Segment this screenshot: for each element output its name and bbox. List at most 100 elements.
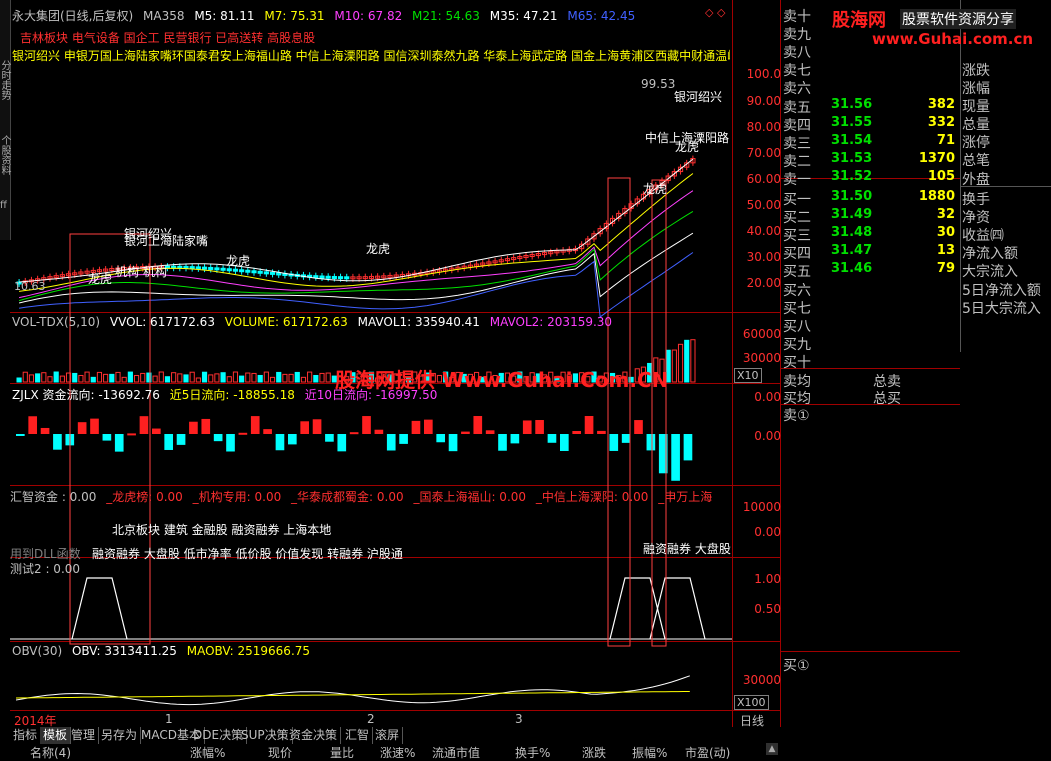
annotation-longhu-2: 龙虎 <box>643 182 668 196</box>
orderbook-level-label: 卖二 <box>783 154 811 170</box>
price-scale-20: 20.00 <box>746 276 781 290</box>
orderbook-row-16[interactable]: 买七 <box>783 298 959 317</box>
annotation-longhu-3: 龙虎 <box>366 242 391 256</box>
buy-queue-label: 买① <box>783 658 810 674</box>
orderbook-row-17[interactable]: 买八 <box>783 316 959 335</box>
volume-bar <box>684 339 690 383</box>
column-header-0[interactable]: 名称(4) <box>30 744 71 761</box>
annotation-longhu-4: 龙虎 <box>226 254 251 268</box>
tab-8[interactable]: 汇智 <box>342 727 374 744</box>
price-scale-60: 60.00 <box>746 172 781 186</box>
orderbook-row-15[interactable]: 买六 <box>783 280 959 299</box>
fund-flow-bar <box>473 416 483 434</box>
left-tab-ziliao[interactable]: 个股资料 <box>0 135 10 175</box>
orderbook-row-13[interactable]: 买四 31.47 13 <box>783 243 959 262</box>
scroll-arrow-icon[interactable]: ▲ <box>766 743 778 755</box>
volume-unit: X10 <box>734 368 762 383</box>
price-candle <box>239 269 245 273</box>
price-candle <box>232 268 239 272</box>
orderbook-row-14[interactable]: 买五 31.46 79 <box>783 261 959 280</box>
huizhi-text-row1: 北京板块 建筑 金融股 融资融券 上海本地 <box>112 523 332 537</box>
obv-name: OBV(30) <box>12 644 63 658</box>
volume-bar <box>189 371 195 383</box>
volume-bar <box>319 372 325 383</box>
volume-bar <box>239 375 245 383</box>
left-tab-fenshi[interactable]: 分时走势 <box>0 60 10 100</box>
fund-flow-bar <box>510 434 520 444</box>
orderbook-row-3[interactable]: 卖七 <box>783 60 959 79</box>
column-header-1[interactable]: 涨幅% <box>190 744 225 761</box>
orderbook-row-11[interactable]: 买二 31.49 32 <box>783 207 959 226</box>
left-tab-ff[interactable]: ff <box>0 200 10 211</box>
annotation-jigou-2: 机构 <box>143 265 168 279</box>
orderbook-level-label: 买六 <box>783 283 811 299</box>
price-candle <box>344 276 350 280</box>
fund-flow-bar <box>189 421 198 434</box>
fund-flow-bar <box>424 419 433 434</box>
orderbook-row-4[interactable]: 卖六 <box>783 78 959 97</box>
orderbook-level-label: 买七 <box>783 301 811 317</box>
fund-flow-bar <box>621 434 631 443</box>
price-candle <box>214 267 220 271</box>
fund-flow-bar <box>312 419 322 434</box>
orderbook-row-6[interactable]: 卖四 31.55 332 <box>783 115 959 134</box>
volume-bar <box>313 374 319 383</box>
corner-diamond-icon[interactable]: ◇ ◇ <box>705 6 725 19</box>
fund-flow-bar <box>337 434 347 452</box>
volume-bar <box>72 372 78 383</box>
column-header-5[interactable]: 流通市值 <box>432 744 480 761</box>
volume-bar <box>22 371 28 383</box>
stat-mid-2: 收益㈣ <box>962 228 1004 244</box>
volume-bar <box>164 376 171 383</box>
orderbook-row-1[interactable]: 卖九 <box>783 24 959 43</box>
column-header-4[interactable]: 涨速% <box>380 744 415 761</box>
volume-bar <box>195 377 201 383</box>
stat-top-2: 现量 <box>962 99 990 115</box>
column-header-2[interactable]: 现价 <box>268 744 292 761</box>
orderbook-row-19[interactable]: 买十 <box>783 352 959 371</box>
volume-bar <box>307 371 313 383</box>
tab-2[interactable]: 管理 <box>68 727 100 744</box>
column-header-7[interactable]: 涨跌 <box>582 744 606 761</box>
orderbook-row-5[interactable]: 卖五 31.56 382 <box>783 97 959 116</box>
price-candle <box>189 266 195 270</box>
tab-0[interactable]: 指标 <box>10 727 42 744</box>
orderbook-level-label: 卖七 <box>783 63 811 79</box>
buy-queue-row[interactable]: 买① <box>783 655 959 674</box>
column-header-6[interactable]: 换手% <box>515 744 550 761</box>
column-header-9[interactable]: 市盈(动) <box>685 744 730 761</box>
orderbook-row-10[interactable]: 买一 31.50 1880 <box>783 189 959 208</box>
price-candle <box>269 271 276 275</box>
orderbook-row-12[interactable]: 买三 31.48 30 <box>783 225 959 244</box>
sell-queue-row[interactable]: 卖① <box>783 405 959 424</box>
column-header-8[interactable]: 振幅% <box>632 744 667 761</box>
tab-6[interactable]: SUP决策 <box>238 727 293 744</box>
price-scale-40: 40.00 <box>746 224 781 238</box>
tab-3[interactable]: 另存为 <box>98 727 142 744</box>
fund-flow-bar <box>560 434 569 451</box>
orderbook-row-18[interactable]: 买九 <box>783 334 959 353</box>
annotation-jigou-1: 机构 <box>115 265 140 279</box>
orderbook-row-8[interactable]: 卖二 31.53 1370 <box>783 151 959 170</box>
huizhi-text-row2: 融资融券 大盘股 低市净率 低价股 价值发现 转融券 沪股通 <box>92 547 403 561</box>
orderbook-price: 31.46 <box>831 261 873 276</box>
zjlx-10day-value: 近10日流向: -16997.50 <box>304 388 438 402</box>
tab-1[interactable]: 模板 <box>40 727 72 744</box>
tab-7[interactable]: 资金决策 <box>286 727 342 744</box>
orderbook-volume: 332 <box>927 115 955 130</box>
fund-flow-bar <box>436 434 446 443</box>
fund-flow-bar <box>547 434 557 443</box>
tab-9[interactable]: 滚屏 <box>372 727 404 744</box>
period-label[interactable]: 日线 <box>740 712 764 729</box>
orderbook-row-2[interactable]: 卖八 <box>783 42 959 61</box>
orderbook-row-9[interactable]: 卖一 31.52 105 <box>783 169 959 188</box>
orderbook-row-0[interactable]: 卖十 <box>783 6 959 25</box>
avg-sell-row: 卖均 总卖 <box>783 371 959 390</box>
obv-value: OBV: 3313411.25 <box>71 644 177 658</box>
fund-flow-bar <box>250 416 260 434</box>
column-header-3[interactable]: 量比 <box>330 744 354 761</box>
volume-bar <box>28 374 35 383</box>
orderbook-row-7[interactable]: 卖三 31.54 71 <box>783 133 959 152</box>
price-candle <box>319 275 325 279</box>
fund-flow-bar <box>102 434 112 441</box>
